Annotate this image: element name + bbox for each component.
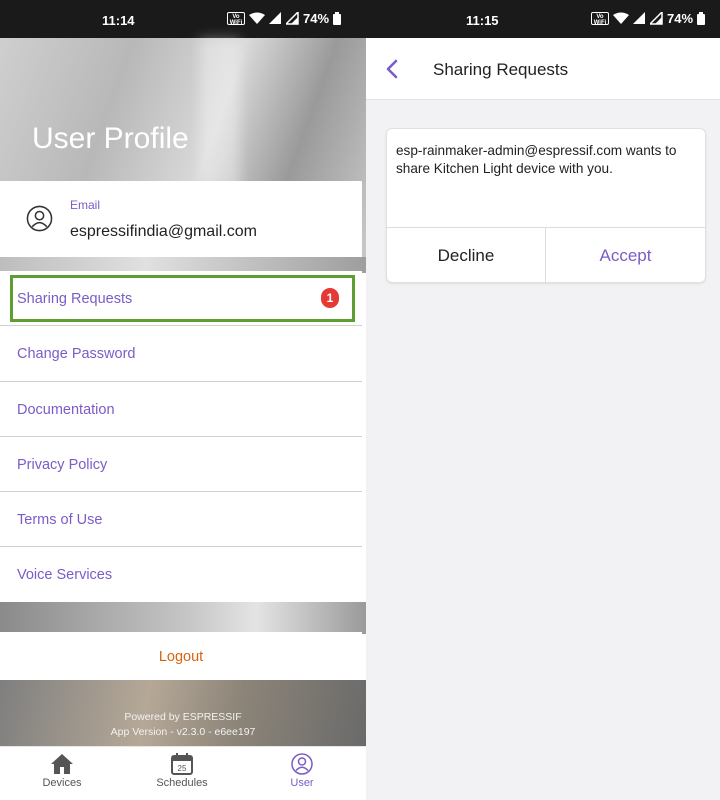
battery-percent: 74% <box>303 11 330 26</box>
email-value: espressifindia@gmail.com <box>70 223 257 240</box>
back-arrow-icon[interactable] <box>382 58 402 80</box>
user-profile-screen: 11:14 Vo WiFi 74% User Profile Email espr… <box>0 0 366 800</box>
signal-icon-2 <box>650 12 663 25</box>
menu-item-label: Voice Services <box>17 567 113 584</box>
signal-icon <box>633 12 645 24</box>
user-icon <box>291 753 313 775</box>
page-title: User Profile <box>32 122 189 155</box>
status-time: 11:15 <box>466 13 499 28</box>
menu-item-label: Sharing Requests <box>17 291 133 307</box>
request-actions: Decline Accept <box>387 227 705 284</box>
signal-icon <box>269 12 281 24</box>
menu-item-label: Terms of Use <box>17 512 103 529</box>
menu-item-documentation[interactable]: Documentation <box>0 382 362 437</box>
email-label: Email <box>70 198 101 212</box>
email-card: Email espressifindia@gmail.com <box>0 181 362 257</box>
vowifi-icon: Vo WiFi <box>591 12 609 26</box>
wifi-icon <box>613 12 629 24</box>
tab-label: Devices <box>42 777 82 789</box>
tab-schedules[interactable]: 25 Schedules <box>132 753 232 799</box>
tab-label: User <box>290 777 314 789</box>
background-band-lower <box>0 602 366 634</box>
status-bar: 11:15 Vo WiFi 74% <box>366 0 720 38</box>
sharing-request-card: esp-rainmaker-admin@espressif.com wants … <box>386 128 706 284</box>
wifi-icon <box>249 12 265 24</box>
menu-item-change-password[interactable]: Change Password <box>0 326 362 382</box>
page-title: Sharing Requests <box>433 60 569 79</box>
decline-button[interactable]: Decline <box>387 228 546 284</box>
menu-item-label: Change Password <box>17 346 136 363</box>
tab-user[interactable]: User <box>252 753 352 799</box>
logout-label: Logout <box>158 649 204 665</box>
footer: Powered by ESPRESSIF App Version - v2.3.… <box>0 680 366 746</box>
battery-percent: 74% <box>667 11 694 26</box>
battery-icon <box>697 12 706 25</box>
app-version-text: App Version - v2.3.0 - e6ee197 <box>110 726 256 738</box>
menu-item-terms-of-use[interactable]: Terms of Use <box>0 492 362 548</box>
battery-icon <box>333 12 342 25</box>
vowifi-icon: Vo WiFi <box>227 12 245 26</box>
menu-item-privacy-policy[interactable]: Privacy Policy <box>0 437 362 493</box>
request-message: esp-rainmaker-admin@espressif.com wants … <box>396 143 677 176</box>
status-time: 11:14 <box>102 13 135 28</box>
bottom-tab-bar: Devices 25 Schedules User <box>0 746 366 800</box>
user-avatar-icon <box>26 205 53 232</box>
tab-devices[interactable]: Devices <box>12 753 112 799</box>
app-bar: Sharing Requests <box>366 38 720 100</box>
menu-item-label: Documentation <box>17 401 115 418</box>
tab-label: Schedules <box>156 777 208 789</box>
status-bar: 11:14 Vo WiFi 74% <box>0 0 366 38</box>
signal-icon-2 <box>286 12 299 25</box>
logout-button[interactable]: Logout <box>0 632 362 682</box>
status-icons: Vo WiFi 74% <box>591 11 706 26</box>
accept-button[interactable]: Accept <box>546 228 705 284</box>
calendar-day: 25 <box>178 764 187 773</box>
menu-item-sharing-requests[interactable]: Sharing Requests 1 <box>0 271 362 327</box>
status-icons: Vo WiFi 74% <box>227 11 342 26</box>
profile-menu: Sharing Requests 1 Change Password Docum… <box>0 271 362 603</box>
menu-item-voice-services[interactable]: Voice Services <box>0 547 362 603</box>
menu-item-label: Privacy Policy <box>17 456 108 473</box>
notification-badge: 1 <box>321 288 339 308</box>
powered-by-text: Powered by ESPRESSIF <box>124 711 242 723</box>
calendar-icon: 25 <box>171 753 193 775</box>
home-icon <box>51 754 73 774</box>
sharing-requests-screen: 11:15 Vo WiFi 74% Sharing Requests esp-ra… <box>366 0 720 800</box>
